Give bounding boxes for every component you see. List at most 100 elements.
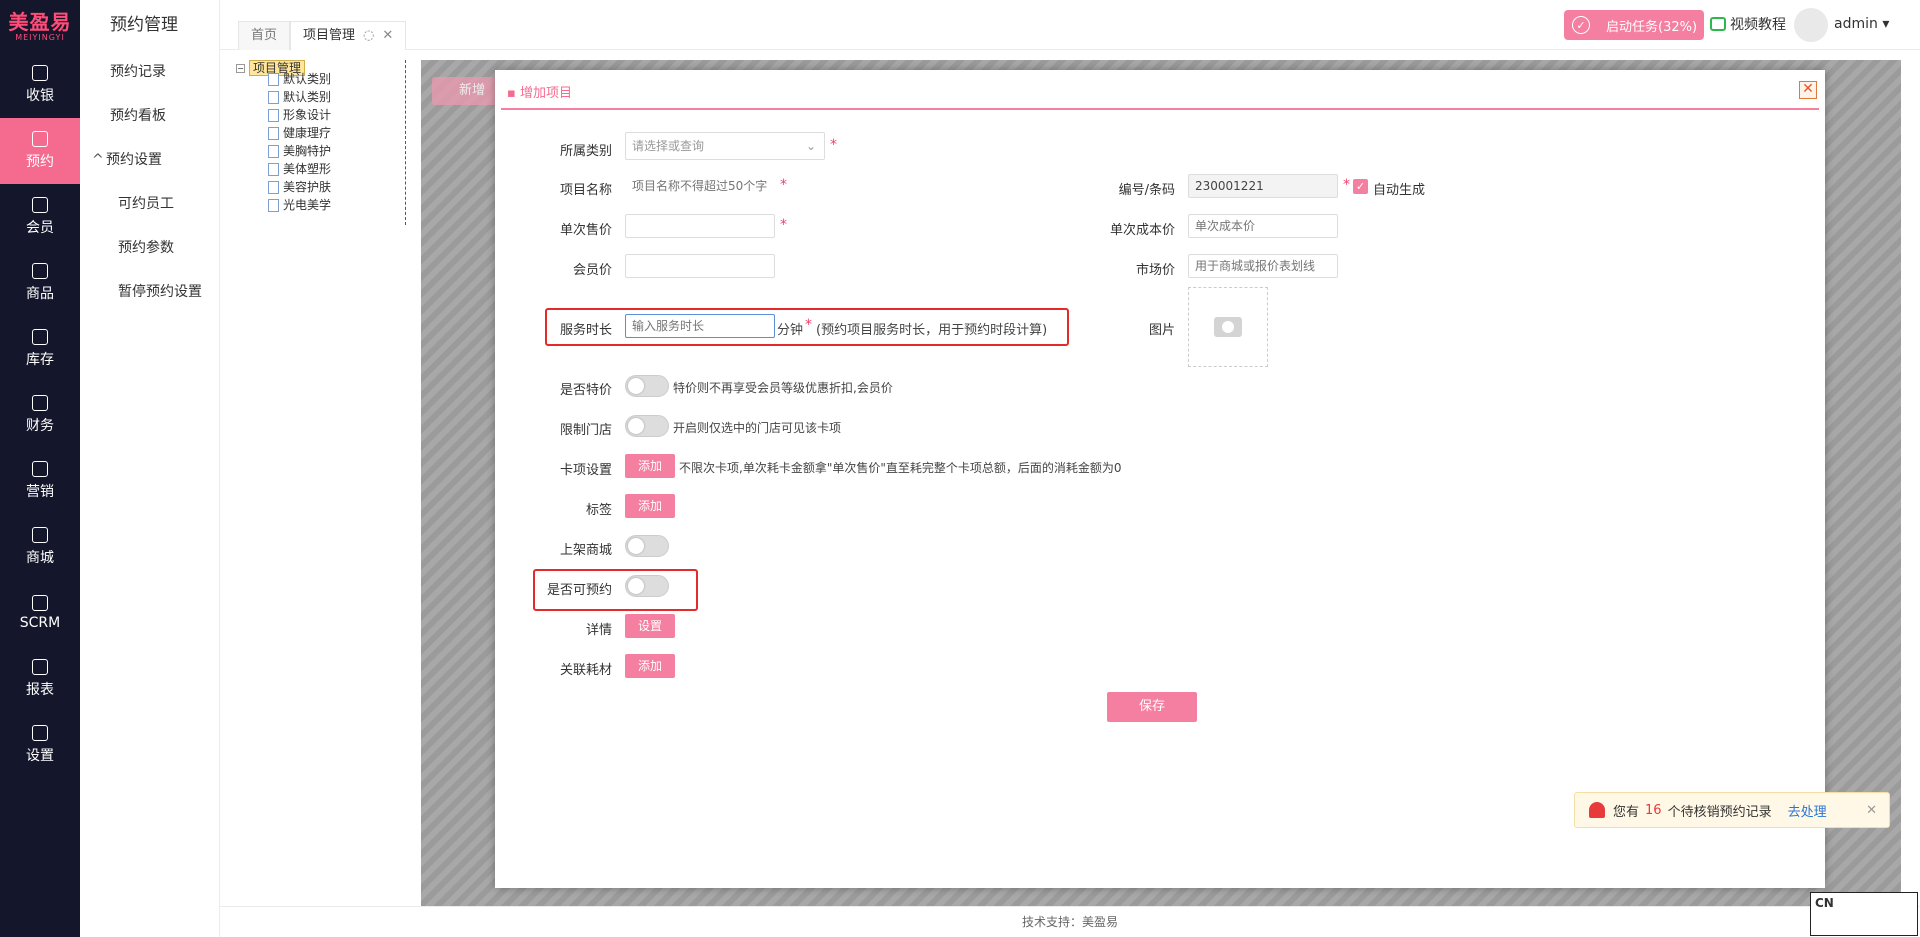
- money-icon: [32, 395, 48, 411]
- tree-node[interactable]: 默认类别: [268, 70, 331, 88]
- required-mark: *: [1343, 177, 1350, 193]
- collapse-icon[interactable]: −: [236, 63, 245, 73]
- nav-item-7[interactable]: 商城: [0, 514, 80, 580]
- avatar[interactable]: [1794, 8, 1828, 42]
- nav-item-8[interactable]: SCRM: [0, 580, 80, 646]
- scrm-icon: [32, 595, 48, 611]
- image-label: 图片: [1148, 323, 1175, 338]
- nav-item-1[interactable]: 预约: [0, 118, 80, 184]
- bell-icon: [1589, 802, 1605, 818]
- nav-item-6[interactable]: 营销: [0, 448, 80, 514]
- document-icon: [268, 72, 279, 86]
- sub-menu: 预约管理 预约记录 预约看板 ^ 预约设置 可约员工 预约参数 暂停预约设置: [80, 0, 220, 937]
- tv-icon: [1710, 17, 1726, 31]
- nav-item-3[interactable]: 商品: [0, 250, 80, 316]
- market-price-input[interactable]: [1188, 254, 1338, 278]
- detail-set-button[interactable]: 设置: [625, 614, 675, 638]
- market-price-label: 市场价: [1135, 263, 1175, 278]
- clock-icon: [32, 131, 48, 147]
- video-tutorial-link[interactable]: 视频教程: [1710, 14, 1786, 34]
- tab-home[interactable]: 首页: [238, 21, 291, 50]
- material-label: 关联耗材: [559, 663, 612, 678]
- submenu-item-staff[interactable]: 可约员工: [80, 182, 219, 226]
- duration-label: 服务时长: [559, 323, 612, 338]
- submenu-item-pause[interactable]: 暂停预约设置: [80, 270, 219, 314]
- price-input[interactable]: [625, 214, 775, 238]
- settings-icon: [32, 725, 48, 741]
- nav-item-9[interactable]: 报表: [0, 646, 80, 712]
- nav-item-label: SCRM: [19, 615, 61, 631]
- code-label: 编号/条码: [1118, 183, 1175, 198]
- tree-node[interactable]: 美容护肤: [268, 178, 331, 196]
- close-icon[interactable]: ✕: [1866, 803, 1877, 818]
- member-price-input[interactable]: [625, 254, 775, 278]
- chevron-up-icon: ^: [92, 152, 104, 168]
- required-mark: *: [830, 137, 837, 153]
- brand-logo[interactable]: 美盈易 MEIYINGYI: [0, 0, 80, 52]
- cost-input[interactable]: [1188, 214, 1338, 238]
- category-label: 所属类别: [559, 144, 612, 159]
- store-limit-hint: 开启则仅选中的门店可见该卡项: [673, 421, 842, 435]
- warehouse-icon: [32, 329, 48, 345]
- duration-input[interactable]: [625, 314, 775, 338]
- document-icon: [268, 144, 279, 158]
- category-tree: − 项目管理 默认类别 默认类别 形象设计 健康理疗 美胸特护 美体塑形 美容护肤 光电美学: [236, 60, 406, 225]
- tab-project-management[interactable]: 项目管理 ◌ ✕: [290, 21, 407, 50]
- footer: 技术支持：美盈易: [220, 906, 1920, 937]
- close-icon[interactable]: ✕: [1799, 81, 1817, 99]
- go-handle-link[interactable]: 去处理: [1788, 801, 1827, 820]
- nav-item-2[interactable]: 会员: [0, 184, 80, 250]
- refresh-icon[interactable]: ◌: [363, 28, 374, 43]
- tree-node[interactable]: 默认类别: [268, 88, 331, 106]
- store-limit-toggle[interactable]: [625, 415, 669, 437]
- required-mark: *: [805, 317, 812, 333]
- caret-down-icon: ▾: [1882, 16, 1890, 32]
- start-task-button[interactable]: ✓ 启动任务(32%): [1564, 10, 1704, 40]
- shop-icon: [32, 527, 48, 543]
- tree-node[interactable]: 健康理疗: [268, 124, 331, 142]
- tree-node[interactable]: 美体塑形: [268, 160, 331, 178]
- submenu-item-board[interactable]: 预约看板: [80, 94, 219, 138]
- bag-icon: [32, 263, 48, 279]
- name-input[interactable]: [625, 174, 775, 198]
- nav-item-label: 商城: [26, 550, 54, 566]
- image-upload[interactable]: [1188, 287, 1268, 367]
- nav-item-label: 设置: [26, 748, 54, 764]
- save-button[interactable]: 保存: [1107, 692, 1197, 722]
- nav-item-4[interactable]: 库存: [0, 316, 80, 382]
- category-select[interactable]: 请选择或查询 ⌄: [625, 132, 825, 160]
- tag-add-button[interactable]: 添加: [625, 494, 675, 518]
- nav-item-5[interactable]: 财务: [0, 382, 80, 448]
- tree-node[interactable]: 光电美学: [268, 196, 331, 214]
- cost-label: 单次成本价: [1109, 223, 1175, 238]
- document-icon: [268, 108, 279, 122]
- submenu-group-settings[interactable]: ^ 预约设置: [80, 138, 219, 182]
- nav-item-10[interactable]: 设置: [0, 712, 80, 778]
- mall-toggle[interactable]: [625, 535, 669, 557]
- submenu-item-records[interactable]: 预约记录: [80, 50, 219, 94]
- tree-node[interactable]: 形象设计: [268, 106, 331, 124]
- tree-node[interactable]: 美胸特护: [268, 142, 331, 160]
- user-menu[interactable]: admin ▾: [1834, 16, 1889, 32]
- special-price-toggle[interactable]: [625, 375, 669, 397]
- pending-notice: 您有 16 个待核销预约记录 去处理 ✕: [1574, 792, 1890, 828]
- duration-hint: (预约项目服务时长，用于预约时段计算): [816, 323, 1048, 338]
- bookable-toggle[interactable]: [625, 575, 669, 597]
- dialog-title: ▪ 增加项目: [507, 86, 572, 101]
- top-bar: 首页 项目管理 ◌ ✕ ✓ 启动任务(32%) 视频教程 admin ▾: [220, 0, 1920, 50]
- megaphone-icon: [32, 461, 48, 477]
- card-add-button[interactable]: 添加: [625, 454, 675, 478]
- document-icon: [268, 198, 279, 212]
- submenu-title: 预约管理: [110, 15, 178, 35]
- auto-generate-checkbox[interactable]: ✓: [1353, 179, 1368, 194]
- code-input[interactable]: 230001221: [1188, 174, 1338, 198]
- ime-badge[interactable]: CN: [1810, 892, 1918, 936]
- submenu-item-params[interactable]: 预约参数: [80, 226, 219, 270]
- material-add-button[interactable]: 添加: [625, 654, 675, 678]
- close-icon[interactable]: ✕: [382, 28, 393, 43]
- document-icon: [268, 90, 279, 104]
- nav-item-label: 会员: [26, 220, 54, 236]
- nav-item-0[interactable]: 收银: [0, 52, 80, 118]
- price-label: 单次售价: [559, 223, 612, 238]
- name-label: 项目名称: [559, 183, 612, 198]
